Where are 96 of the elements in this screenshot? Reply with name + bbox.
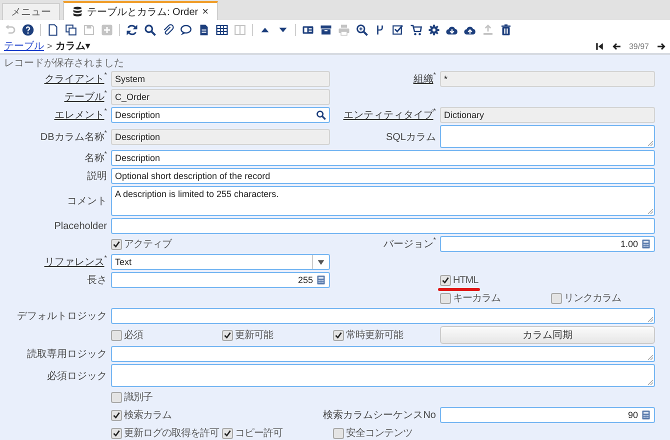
checkbox-label: リンクカラム xyxy=(564,292,621,305)
caret-icon[interactable] xyxy=(317,260,325,264)
cart-icon[interactable] xyxy=(410,24,422,36)
resize-grip-icon[interactable] xyxy=(648,209,653,214)
number-field[interactable]: 90 xyxy=(440,407,655,423)
resize-grip-icon[interactable] xyxy=(648,380,653,385)
checkbox[interactable] xyxy=(111,428,122,438)
checkbox[interactable] xyxy=(440,292,451,304)
caret-icon[interactable]: ▾ xyxy=(85,40,90,52)
checkbox-label: 必須 xyxy=(124,328,143,342)
refresh-icon[interactable] xyxy=(126,24,138,36)
field-label: SQLカラム xyxy=(386,130,436,144)
breadcrumb-separator: > xyxy=(47,41,52,51)
checkbox[interactable] xyxy=(222,428,233,438)
field-label[interactable]: 組織 xyxy=(413,72,434,86)
field-label[interactable]: エンティティタイプ xyxy=(343,108,434,122)
chat-icon[interactable] xyxy=(180,24,192,36)
tab[interactable]: テーブルとカラム: Order × xyxy=(63,1,218,20)
field-label: 説明 xyxy=(87,170,107,183)
tab[interactable]: メニュー xyxy=(2,3,60,20)
field-label: Placeholder xyxy=(54,220,107,232)
help-icon[interactable] xyxy=(22,24,34,36)
field-label: 読取専用ロジック xyxy=(27,348,107,361)
field-label: 長さ xyxy=(87,274,107,287)
search-icon[interactable] xyxy=(316,110,326,120)
field-label: コメント xyxy=(67,195,107,208)
checkbox-label: 識別子 xyxy=(124,390,152,404)
checkbox-icon[interactable] xyxy=(392,24,404,36)
calculator-icon[interactable] xyxy=(641,410,651,420)
text-field[interactable]: C_Order xyxy=(111,89,330,105)
checkbox-label: コピー許可 xyxy=(235,426,282,440)
checkbox-label: 更新ログの取得を許可 xyxy=(124,426,219,440)
number-field[interactable]: 255 xyxy=(111,272,330,288)
previous-record-icon[interactable] xyxy=(612,42,621,50)
checkbox[interactable] xyxy=(111,330,122,340)
sync-button[interactable]: カラム同期 xyxy=(440,326,655,344)
checkbox-label: アクティブ xyxy=(124,238,172,251)
checkbox[interactable] xyxy=(333,428,344,438)
record-position: 39/97 xyxy=(628,42,649,50)
field-label: 検索カラムシーケンスNo xyxy=(323,408,436,422)
field-label: デフォルトロジック xyxy=(17,310,107,323)
copy-icon[interactable] xyxy=(65,24,77,36)
paperclip-icon[interactable] xyxy=(162,24,174,36)
grid-icon[interactable] xyxy=(216,24,228,36)
text-field[interactable]: System xyxy=(111,71,330,87)
checkbox-label: キーカラム xyxy=(453,292,500,305)
resize-grip-icon[interactable] xyxy=(648,141,653,146)
branch-icon[interactable] xyxy=(374,24,386,36)
search-field[interactable]: Description xyxy=(111,107,330,123)
trash-icon[interactable] xyxy=(500,24,512,36)
field-label: 必須ロジック xyxy=(47,370,107,382)
field-label[interactable]: エレメント xyxy=(54,108,104,122)
dropdown[interactable]: Text xyxy=(111,254,330,270)
field-label: バージョン xyxy=(383,238,434,251)
card-icon[interactable] xyxy=(302,24,314,36)
text-field[interactable]: * xyxy=(440,71,655,87)
next-record-icon[interactable] xyxy=(657,42,666,50)
calculator-icon[interactable] xyxy=(316,275,326,285)
text-field[interactable]: Description xyxy=(111,128,330,144)
document-icon[interactable] xyxy=(198,24,210,36)
checkbox[interactable] xyxy=(333,330,344,340)
field-label: DBカラム名称 xyxy=(40,130,104,144)
resize-grip-icon[interactable] xyxy=(648,355,653,360)
checkbox[interactable] xyxy=(111,392,122,402)
first-record-icon[interactable] xyxy=(594,42,604,50)
field-label: 名称 xyxy=(84,152,104,165)
close-icon[interactable]: × xyxy=(202,6,209,18)
gear-icon[interactable] xyxy=(428,24,440,36)
breadcrumb-current[interactable]: カラム xyxy=(55,39,86,53)
text-field[interactable] xyxy=(111,218,655,234)
field-label[interactable]: テーブル xyxy=(64,90,104,104)
number-field[interactable]: 1.00 xyxy=(440,236,655,252)
text-area[interactable]: A description is limited to 255 characters. xyxy=(111,186,655,216)
field-label[interactable]: リファレンス xyxy=(44,255,104,269)
checkbox-label: 常時更新可能 xyxy=(346,328,403,342)
search-icon[interactable] xyxy=(144,24,156,36)
checkbox[interactable] xyxy=(551,292,562,304)
checkbox-label: 検索カラム xyxy=(124,408,172,422)
status-message: レコードが保存されました xyxy=(3,57,125,70)
text-field[interactable]: Description xyxy=(111,150,655,166)
zoom-in-icon[interactable] xyxy=(356,24,368,36)
text-field[interactable]: Optional short description of the record xyxy=(111,168,655,184)
text-field[interactable]: Dictionary xyxy=(440,107,655,123)
breadcrumb-link[interactable]: テーブル xyxy=(4,39,44,53)
resize-grip-icon[interactable] xyxy=(648,317,653,322)
new-document-icon[interactable] xyxy=(47,24,59,36)
checkbox[interactable] xyxy=(222,330,233,340)
checkbox[interactable] xyxy=(111,238,122,250)
checkbox[interactable] xyxy=(111,410,122,420)
field-label[interactable]: クライアント xyxy=(44,72,104,86)
checkbox-label: HTML xyxy=(453,274,478,286)
checkbox[interactable] xyxy=(440,274,451,286)
archive-icon[interactable] xyxy=(320,24,332,36)
calculator-icon[interactable] xyxy=(641,239,651,249)
checkbox-label: 更新可能 xyxy=(235,328,273,342)
checkbox-label: 安全コンテンツ xyxy=(346,426,412,440)
